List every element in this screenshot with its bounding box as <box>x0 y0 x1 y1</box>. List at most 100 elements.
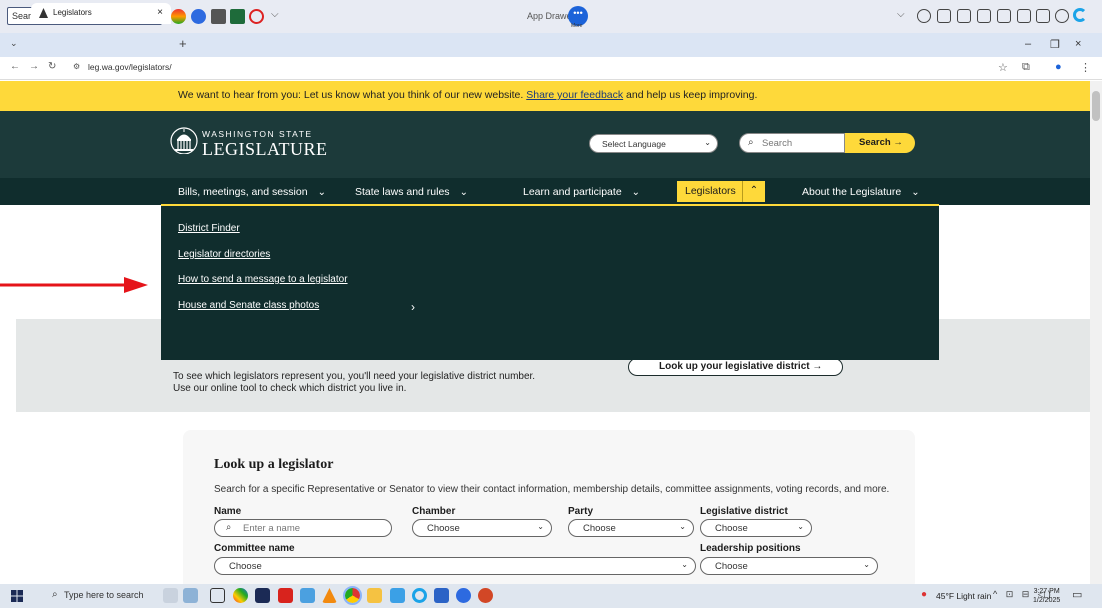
clipboard-icon[interactable] <box>937 9 951 23</box>
chevron-down-icon: ⌄ <box>459 187 468 198</box>
leadership-select[interactable]: Choose ⌄ <box>700 557 878 575</box>
back-icon[interactable]: ← <box>10 61 29 72</box>
chamber-select[interactable]: Choose ⌄ <box>412 519 552 537</box>
clock[interactable]: 3:27 PM 1/2/2025 <box>1033 587 1060 605</box>
capitol-app-icon[interactable] <box>211 9 226 24</box>
tab-strip <box>0 33 1102 57</box>
name-input[interactable]: ⌕ Enter a name <box>214 519 392 537</box>
nav-laws[interactable]: State laws and rules ⌄ <box>355 186 468 198</box>
close-window-button[interactable]: × <box>1075 38 1081 50</box>
chevron-right-icon[interactable]: › <box>411 300 415 314</box>
legislators-dropdown: District Finder Legislator directories H… <box>161 206 939 360</box>
task-view-icon[interactable] <box>210 588 225 603</box>
cortana-app-icon[interactable] <box>412 588 427 603</box>
rainbow-app-icon[interactable] <box>171 9 186 24</box>
cortana-icon[interactable] <box>1073 8 1087 22</box>
restore-button[interactable]: ❐ <box>1050 38 1060 51</box>
forward-icon[interactable]: → <box>29 61 48 72</box>
folder-icon[interactable] <box>957 9 971 23</box>
rain-weather-icon[interactable]: ● <box>921 589 927 600</box>
tab-title: Legislators <box>53 8 92 17</box>
menu-circle-icon[interactable] <box>1055 9 1069 23</box>
zoom-app-icon[interactable] <box>191 9 206 24</box>
vlc-icon[interactable] <box>322 588 337 603</box>
tab-list-icon[interactable]: ⌄ <box>10 38 18 49</box>
extensions-icon[interactable]: ⧉ <box>1022 61 1030 74</box>
logo-title[interactable]: LEGISLATURE <box>202 139 328 160</box>
main-nav: Bills, meetings, and session ⌄ State laws… <box>0 178 1090 205</box>
image-icon[interactable] <box>1036 9 1050 23</box>
chevron-down-icon[interactable]: ⌵ <box>897 9 905 20</box>
outlook-app-icon[interactable] <box>300 588 315 603</box>
nav-buttons: ←→↻ <box>10 61 65 72</box>
url-field[interactable]: leg.wa.gov/legislators/ <box>88 62 172 72</box>
powerpoint-icon[interactable] <box>478 588 493 603</box>
site-search-input[interactable]: ⌕ Search <box>739 133 845 153</box>
send-message-link[interactable]: How to send a message to a legislator <box>178 274 348 285</box>
more-label: More <box>571 23 583 29</box>
bookmark-star-icon[interactable]: ☆ <box>998 61 1008 74</box>
word-icon[interactable] <box>434 588 449 603</box>
windows-start-icon[interactable] <box>11 590 23 602</box>
profile-icon[interactable]: ● <box>1055 61 1062 73</box>
district-band-text: To see which legislators represent you, … <box>173 371 536 382</box>
nav-bills[interactable]: Bills, meetings, and session ⌄ <box>178 186 326 198</box>
weather-widget-icon[interactable] <box>183 588 198 603</box>
chevron-up-icon[interactable]: ⌃ <box>742 181 765 202</box>
language-select[interactable]: Select Language ⌄ <box>589 134 718 153</box>
committee-label: Committee name <box>214 543 295 554</box>
site-search-placeholder: Search <box>762 138 793 149</box>
search-button[interactable]: Search → <box>845 133 915 153</box>
district-select[interactable]: Choose ⌄ <box>700 519 812 537</box>
share-feedback-link[interactable]: Share your feedback <box>526 89 623 101</box>
acrobat-icon[interactable] <box>278 588 293 603</box>
capitol-dome-icon <box>170 127 198 154</box>
nav-about[interactable]: About the Legislature ⌄ <box>802 186 920 198</box>
taskbar-search[interactable]: Type here to search <box>34 590 144 600</box>
speedtest-app-icon[interactable] <box>249 9 264 24</box>
district-finder-link[interactable]: District Finder <box>178 223 240 234</box>
page-scrollbar[interactable] <box>1090 81 1102 584</box>
chrome-icon[interactable] <box>343 586 362 605</box>
party-value: Choose <box>583 523 616 534</box>
tab-legislators[interactable]: Legislators × <box>31 3 171 24</box>
lookup-district-button[interactable]: Look up your legislative district → <box>628 358 843 376</box>
menu-kebab-icon[interactable]: ⋮ <box>1080 61 1091 74</box>
class-photos-link[interactable]: House and Senate class photos <box>178 300 319 311</box>
reload-icon[interactable]: ↻ <box>48 61 65 72</box>
notifications-icon[interactable]: ▭ <box>1072 588 1082 601</box>
district-band-text-2: Use our online tool to check which distr… <box>173 383 407 394</box>
nav-learn-label: Learn and participate <box>523 186 622 198</box>
zoom-in-icon[interactable] <box>917 9 931 23</box>
lookup-legislator-card: Look up a legislator Search for a specif… <box>183 430 915 590</box>
card-description: Search for a specific Representative or … <box>214 484 890 495</box>
new-tab-button[interactable]: + <box>179 36 187 51</box>
close-tab-icon[interactable]: × <box>157 7 163 18</box>
address-bar: ←→↻ ⚙ leg.wa.gov/legislators/ ☆ ⧉ ● ⋮ <box>0 57 1102 80</box>
network-app-icon[interactable] <box>390 588 405 603</box>
red-arrow-annotation <box>0 277 148 293</box>
legislator-directories-link[interactable]: Legislator directories <box>178 249 270 260</box>
committee-select[interactable]: Choose ⌄ <box>214 557 696 575</box>
colorful-app-icon[interactable] <box>233 588 248 603</box>
remote-app-icon[interactable] <box>255 588 270 603</box>
nav-laws-label: State laws and rules <box>355 186 450 198</box>
chevron-down-icon: ⌄ <box>679 522 686 531</box>
minimize-button[interactable]: – <box>1025 38 1031 50</box>
export-icon[interactable] <box>977 9 991 23</box>
site-info-icon[interactable]: ⚙ <box>73 62 80 71</box>
party-select[interactable]: Choose ⌄ <box>568 519 694 537</box>
scrollbar-thumb[interactable] <box>1092 91 1100 121</box>
image-app-icon[interactable] <box>230 9 245 24</box>
zoom-taskbar-icon[interactable] <box>456 588 471 603</box>
chevron-down-icon[interactable]: ⌵ <box>271 9 279 20</box>
network-icon[interactable] <box>1017 9 1031 23</box>
committee-value: Choose <box>229 561 262 572</box>
file-explorer-icon[interactable] <box>367 588 382 603</box>
weather-status[interactable]: 45°F Light rain <box>936 591 991 601</box>
feedback-banner: We want to hear from you: Let us know wh… <box>0 81 1090 111</box>
nav-learn[interactable]: Learn and participate ⌄ <box>523 186 640 198</box>
delete-icon[interactable] <box>997 9 1011 23</box>
copilot-icon[interactable] <box>163 588 178 603</box>
nav-legislators[interactable]: Legislators <box>677 181 742 202</box>
